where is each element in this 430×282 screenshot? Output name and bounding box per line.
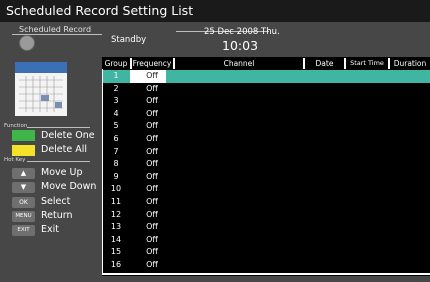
delete-all-label: Delete All: [41, 144, 88, 155]
col-header-frequency: Frequency: [132, 59, 172, 68]
col-header-start-time: Start Time: [350, 59, 384, 67]
row-group-cell[interactable]: 12: [102, 209, 130, 221]
row-group-cell[interactable]: 1: [102, 70, 130, 82]
return-label: Return: [41, 210, 73, 221]
row-group-cell[interactable]: 14: [102, 234, 130, 246]
row-group-cell[interactable]: 10: [102, 183, 130, 195]
function-divider: [27, 127, 90, 128]
row-frequency-cell[interactable]: Off: [132, 158, 172, 170]
col-header-date: Date: [315, 59, 334, 68]
hotkey-divider: [27, 161, 90, 162]
scheduled-record-label: Scheduled Record: [19, 25, 92, 34]
schedule-calendar-icon: [15, 62, 67, 116]
row-frequency-cell[interactable]: Off: [132, 171, 172, 183]
row-group-cell[interactable]: 8: [102, 158, 130, 170]
row-frequency-cell[interactable]: Off: [132, 234, 172, 246]
green-key-swatch: [12, 130, 35, 141]
row-frequency-cell[interactable]: Off: [132, 108, 172, 120]
title-bar: Scheduled Record Setting List: [0, 0, 430, 22]
row-frequency-cell[interactable]: Off: [132, 183, 172, 195]
row-group-cell[interactable]: 3: [102, 95, 130, 107]
row-group-cell[interactable]: 13: [102, 221, 130, 233]
row-group-cell[interactable]: 15: [102, 246, 130, 258]
schedule-table: Group Frequency Channel Date Start Time …: [102, 57, 430, 276]
up-arrow-key-icon: ▲: [12, 168, 35, 179]
row-frequency-cell[interactable]: Off: [132, 95, 172, 107]
exit-key-icon: EXIT: [12, 225, 35, 236]
row-frequency-cell[interactable]: Off: [132, 70, 172, 82]
current-date: 25 Dec 2008 Thu.: [204, 27, 280, 37]
select-label: Select: [41, 196, 71, 207]
row-frequency-cell[interactable]: Off: [132, 246, 172, 258]
row-group-cell[interactable]: 4: [102, 108, 130, 120]
row-frequency-cell[interactable]: Off: [132, 146, 172, 158]
row-frequency-cell[interactable]: Off: [132, 83, 172, 95]
move-up-label: Move Up: [41, 167, 83, 178]
col-header-group: Group: [104, 59, 128, 68]
page-title: Scheduled Record Setting List: [6, 3, 194, 18]
hotkey-label: Hot Key: [4, 157, 26, 163]
row-group-cell[interactable]: 9: [102, 171, 130, 183]
row-frequency-cell[interactable]: Off: [132, 133, 172, 145]
down-arrow-key-icon: ▼: [12, 182, 35, 193]
row-group-cell[interactable]: 2: [102, 83, 130, 95]
record-disc-icon: [19, 35, 35, 51]
row-frequency-cell[interactable]: Off: [132, 259, 172, 271]
row-frequency-cell[interactable]: Off: [132, 120, 172, 132]
function-label: Function: [4, 123, 28, 129]
yellow-key-swatch: [12, 145, 35, 156]
row-group-cell[interactable]: 16: [102, 259, 130, 271]
row-frequency-cell[interactable]: Off: [132, 221, 172, 233]
row-frequency-cell[interactable]: Off: [132, 209, 172, 221]
col-header-duration: Duration: [393, 59, 427, 68]
menu-key-icon: MENU: [12, 211, 35, 222]
row-group-cell[interactable]: 11: [102, 196, 130, 208]
table-bottom-border: [102, 273, 430, 275]
row-group-cell[interactable]: 7: [102, 146, 130, 158]
exit-label: Exit: [41, 224, 59, 235]
row-group-cell[interactable]: 6: [102, 133, 130, 145]
move-down-label: Move Down: [41, 181, 97, 192]
ok-key-icon: OK: [12, 197, 35, 208]
current-time: 10:03: [222, 38, 259, 53]
row-group-cell[interactable]: 5: [102, 120, 130, 132]
col-header-channel: Channel: [223, 59, 255, 68]
row-frequency-cell[interactable]: Off: [132, 196, 172, 208]
status-text: Standby: [111, 35, 147, 45]
delete-one-label: Delete One: [41, 130, 95, 141]
calendar-grid-icon: [19, 76, 63, 112]
